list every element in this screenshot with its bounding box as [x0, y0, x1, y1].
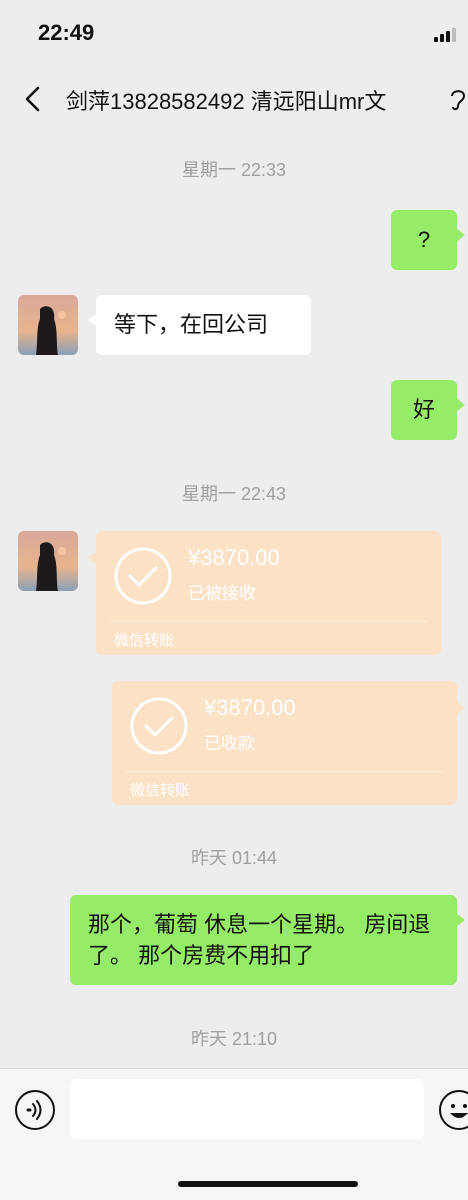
contact-avatar[interactable] [18, 531, 78, 591]
check-circle-icon [130, 697, 188, 755]
divider [110, 621, 427, 622]
voice-icon[interactable] [14, 1089, 56, 1131]
timestamp: 昨天 21:10 [190, 1029, 278, 1049]
chat-title[interactable]: 剑萍13828582492 清远阳山mr文 [66, 84, 446, 116]
timestamp: 星期一 22:33 [181, 160, 287, 180]
message-list[interactable]: 星期一 22:33 ? 等下，在回公司 好 星期一 22:43 ¥3870.00… [0, 130, 468, 1068]
transfer-card-received[interactable]: ¥3870.00 已被接收 微信转账 [88, 531, 441, 655]
contact-avatar[interactable] [18, 295, 78, 355]
home-indicator [178, 1181, 358, 1187]
transfer-card-sent[interactable]: ¥3870.00 已收款 微信转账 [112, 681, 465, 805]
message-input[interactable] [70, 1079, 424, 1139]
emoji-icon[interactable] [438, 1089, 468, 1131]
transfer-amount: ¥3870.00 [204, 695, 296, 720]
timestamp: 星期一 22:43 [181, 484, 287, 504]
chat-header: 剑萍13828582492 清远阳山mr文 [0, 68, 468, 130]
sent-message[interactable]: 那个，葡萄 休息一个星期。 房间退了。 那个房费不用扣了 [70, 895, 465, 985]
status-time: 22:49 [38, 20, 95, 45]
transfer-label: 微信转账 [130, 782, 191, 799]
transfer-status: 已被接收 [188, 584, 256, 603]
status-bar: 22:49 [0, 0, 468, 68]
sent-message[interactable]: ? [391, 210, 465, 270]
divider [126, 771, 443, 772]
transfer-amount: ¥3870.00 [188, 545, 280, 570]
signal-bars-icon [434, 26, 460, 42]
chevron-left-icon[interactable] [20, 84, 46, 114]
timestamp: 昨天 01:44 [190, 848, 278, 868]
sent-message[interactable]: 好 [391, 380, 465, 440]
transfer-status: 已收款 [204, 734, 255, 753]
ear-icon [451, 90, 466, 111]
received-message[interactable]: 等下，在回公司 [88, 295, 311, 355]
input-bar [0, 1068, 468, 1200]
transfer-label: 微信转账 [114, 632, 175, 649]
check-circle-icon [114, 547, 172, 605]
